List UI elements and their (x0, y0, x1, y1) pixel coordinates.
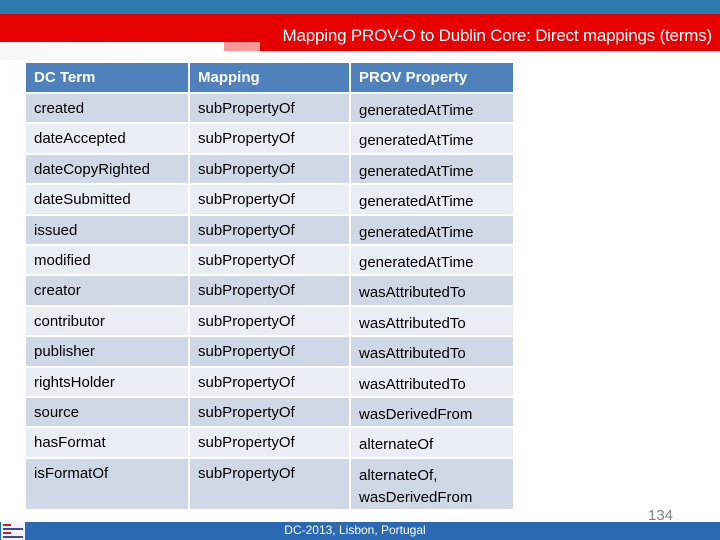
table-row: issued subPropertyOf generatedAtTime (26, 215, 513, 246)
footer-text: DC-2013, Lisbon, Portugal (284, 523, 426, 537)
table-row: dateAccepted subPropertyOf generatedAtTime (26, 124, 513, 155)
table-header-row: DC Term Mapping PROV Property (26, 63, 513, 94)
cell-dc-term: created (26, 94, 188, 125)
cell-dc-term: modified (26, 245, 188, 277)
table-row: dateSubmitted subPropertyOf generatedAtTim… (26, 185, 513, 216)
cell-prov-property: wasAttributedTo (351, 367, 513, 398)
table-row: source subPropertyOf wasDerivedFrom (26, 397, 513, 429)
table-row: modified subPropertyOf generatedAtTime (26, 245, 513, 277)
table-row: creator subPropertyOf wasAttributedTo (26, 276, 513, 307)
cell-prov-property: wasAttributedTo (351, 276, 513, 307)
cell-dc-term: dateSubmitted (26, 185, 188, 216)
page-number: 134 (648, 507, 674, 524)
cell-dc-term: issued (26, 215, 188, 246)
table-row: isFormatOf subPropertyOf alternateOf, wasDe… (26, 458, 513, 511)
cell-prov-property: generatedAtTime (351, 185, 513, 216)
cell-mapping: subPropertyOf (190, 124, 349, 155)
cell-mapping: subPropertyOf (190, 367, 349, 398)
cell-dc-term: source (26, 397, 188, 429)
cell-dc-term: dateAccepted (26, 124, 188, 155)
column-header-dc-term: DC Term (26, 63, 188, 94)
cell-mapping: subPropertyOf (190, 306, 349, 338)
prov-property-value: generatedAtTime (359, 223, 474, 241)
prov-property-value: generatedAtTime (359, 162, 474, 180)
cell-prov-property: generatedAtTime (351, 154, 513, 186)
mapping-table: DC Term Mapping PROV Property created sub… (24, 63, 515, 511)
prov-property-value: generatedAtTime (359, 253, 474, 271)
column-header-prov-property: PROV Property (351, 63, 513, 94)
table-row: rightsHolder subPropertyOf wasAttributedTo (26, 367, 513, 398)
cell-dc-term: creator (26, 276, 188, 307)
prov-property-value: wasAttributedTo (359, 345, 466, 363)
cell-prov-property: wasAttributedTo (351, 306, 513, 338)
prov-property-value: generatedAtTime (359, 132, 474, 150)
slide-title: Mapping PROV-O to Dublin Core: Direct ma… (282, 26, 713, 45)
cell-mapping: subPropertyOf (190, 276, 349, 307)
prov-property-value: generatedAtTime (359, 193, 474, 211)
cell-prov-property: wasDerivedFrom (351, 397, 513, 429)
cell-prov-property: alternateOf (351, 428, 513, 459)
prov-property-value: wasDerivedFrom (359, 488, 473, 506)
cell-prov-property: generatedAtTime (351, 215, 513, 246)
cell-dc-term: hasFormat (26, 428, 188, 459)
cell-mapping: subPropertyOf (190, 215, 349, 246)
table-row: created subPropertyOf generatedAtTime (26, 94, 513, 125)
cell-dc-term: contributor (26, 306, 188, 338)
cell-dc-term: isFormatOf (26, 458, 188, 511)
cell-prov-property: wasAttributedTo (351, 337, 513, 368)
prov-property-value: generatedAtTime (359, 102, 474, 119)
cell-mapping: subPropertyOf (190, 245, 349, 277)
cell-mapping: subPropertyOf (190, 185, 349, 216)
cell-dc-term: dateCopyRighted (26, 154, 188, 186)
cell-prov-property: generatedAtTime (351, 245, 513, 277)
prov-property-value: wasAttributedTo (359, 284, 466, 302)
cell-mapping: subPropertyOf (190, 397, 349, 429)
prov-property-value: wasDerivedFrom (359, 405, 473, 423)
table-row: hasFormat subPropertyOf alternateOf (26, 428, 513, 459)
top-band (0, 0, 720, 14)
cell-dc-term: publisher (26, 337, 188, 368)
cell-mapping: subPropertyOf (190, 458, 349, 511)
table-body: created subPropertyOf generatedAtTime dateA… (26, 94, 513, 511)
decorative-shadow (0, 42, 260, 60)
prov-property-value: wasAttributedTo (359, 314, 466, 332)
cell-mapping: subPropertyOf (190, 428, 349, 459)
table-row: contributor subPropertyOf wasAttributedTo (26, 306, 513, 338)
table-row: dateCopyRighted subPropertyOf generatedAtT… (26, 154, 513, 186)
prov-property-value: alternateOf (359, 436, 434, 454)
table-row: publisher subPropertyOf wasAttributedTo (26, 337, 513, 368)
cell-prov-property: generatedAtTime (351, 124, 513, 155)
prov-property-value: wasAttributedTo (359, 375, 466, 393)
prov-property-value: alternateOf, (359, 466, 438, 484)
cell-mapping: subPropertyOf (190, 94, 349, 125)
cell-mapping: subPropertyOf (190, 337, 349, 368)
column-header-mapping: Mapping (190, 63, 349, 94)
cell-mapping: subPropertyOf (190, 154, 349, 186)
cell-prov-property: alternateOf, wasDerivedFrom (351, 458, 513, 511)
cell-prov-property: generatedAtTime (351, 94, 513, 125)
cell-dc-term: rightsHolder (26, 367, 188, 398)
